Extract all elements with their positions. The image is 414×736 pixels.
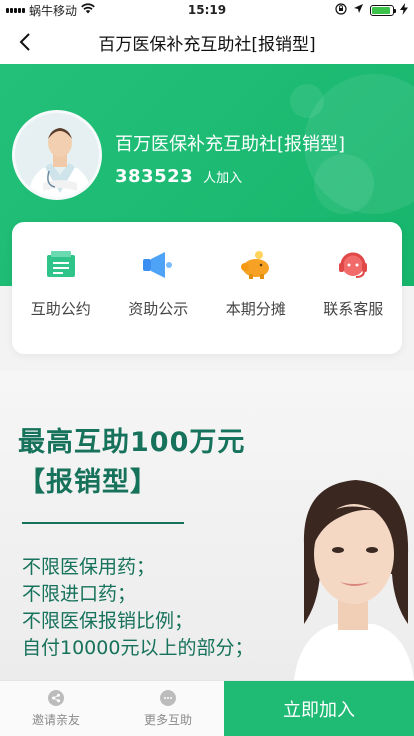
menu-item-apportion[interactable]: 本期分摊: [207, 222, 305, 354]
member-count: 383523: [115, 166, 194, 187]
banner-divider: [22, 522, 184, 524]
banner-feature: 不限进口药；: [22, 583, 137, 605]
join-now-button[interactable]: 立即加入: [224, 681, 414, 736]
hero-decoration: [314, 154, 374, 214]
banner-model-image: [274, 474, 414, 680]
rotation-lock-icon: [335, 2, 347, 18]
piggy-bank-icon: [239, 248, 273, 282]
promo-banner[interactable]: 最高互助100万元 【报销型】 不限医保用药； 不限进口药； 不限医保报销比例；…: [0, 370, 414, 680]
menu-item-convention[interactable]: 互助公约: [12, 222, 110, 354]
wifi-icon: [81, 3, 95, 17]
nav-bar: 百万医保补充互助社[报销型]: [0, 20, 414, 64]
avatar: [12, 110, 102, 200]
hero-decoration: [290, 84, 324, 118]
more-mutual-aid-button[interactable]: 更多互助: [112, 681, 224, 736]
banner-headline: 最高互助100万元: [18, 427, 246, 458]
menu-item-support[interactable]: 联系客服: [305, 222, 403, 354]
org-name: 百万医保补充互助社[报销型]: [115, 134, 346, 155]
banner-feature-list: 不限医保用药； 不限进口药； 不限医保报销比例； 自付10000元以上的部分；: [22, 554, 253, 662]
location-icon: [353, 3, 364, 17]
signal-icon: [6, 7, 25, 13]
page-title: 百万医保补充互助社[报销型]: [98, 34, 316, 55]
status-left: 蜗牛移动: [6, 2, 335, 19]
menu-item-publicity[interactable]: 资助公示: [110, 222, 208, 354]
megaphone-icon: [141, 248, 175, 282]
menu-item-label: 联系客服: [323, 300, 384, 318]
chevron-left-icon[interactable]: [10, 20, 40, 64]
headset-icon: [336, 248, 370, 282]
menu-item-label: 资助公示: [128, 300, 189, 318]
more-label: 更多互助: [143, 712, 192, 727]
bottom-action-bar: 邀请亲友 更多互助 立即加入: [0, 680, 414, 736]
member-suffix: 人加入: [203, 171, 243, 186]
carrier-name: 蜗牛移动: [29, 3, 78, 18]
charging-icon: [400, 2, 408, 18]
banner-feature: 不限医保报销比例；: [22, 610, 194, 632]
share-icon: [48, 689, 64, 706]
document-icon: [44, 248, 78, 282]
banner-feature: 不限医保用药；: [22, 556, 156, 578]
battery-fill: [372, 6, 390, 14]
menu-item-label: 本期分摊: [225, 300, 286, 318]
battery-icon: [370, 4, 396, 16]
menu-item-label: 互助公约: [30, 300, 91, 318]
invite-friends-button[interactable]: 邀请亲友: [0, 681, 112, 736]
banner-feature: 自付10000元以上的部分；: [22, 637, 254, 659]
quick-menu-card: 互助公约 资助公示 本期分摊 联系客服: [12, 222, 402, 354]
status-right: [335, 2, 408, 18]
invite-label: 邀请亲友: [31, 712, 80, 727]
member-stats: 383523 人加入: [115, 166, 242, 187]
banner-subheadline: 【报销型】: [18, 467, 158, 498]
more-dots-icon: [160, 689, 176, 706]
status-bar: 蜗牛移动 15:19: [0, 0, 414, 20]
